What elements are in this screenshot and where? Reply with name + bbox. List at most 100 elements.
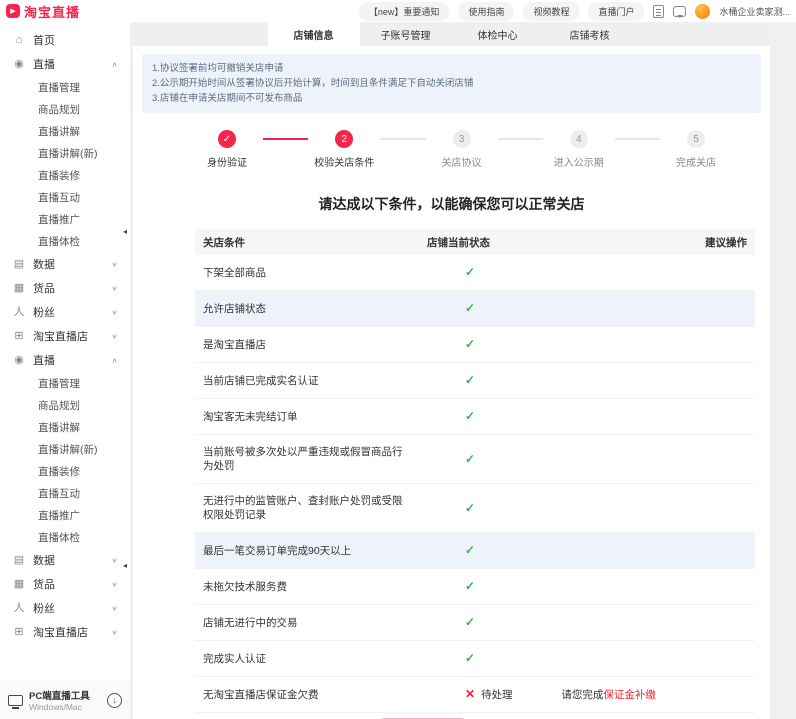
sidebar-item-label: 直播讲解 [38,421,80,434]
status-cell: ✓ [419,532,554,569]
status-cell: ✓ [419,290,554,327]
conditions-tbody: 下架全部商品 ✓ 允许店铺状态 ✓ 是淘宝直播店 ✓ 当前店铺已完成实名认证 ✓ 淘宝客无未完结… [195,255,755,713]
sidebar-item-label: 直播 [33,59,55,71]
chevron-up-icon: ∧ [111,355,118,364]
sidebar-item-商品规划[interactable]: 商品规划 [0,394,130,416]
sidebar-collapse-handle[interactable]: ◂ [123,228,131,236]
col-header-status: 店铺当前状态 [419,229,554,255]
nav-pill[interactable]: 视频教程 [523,1,580,21]
table-row: 当前账号被多次处以严重违规或假冒商品行为处罚 ✓ [195,434,755,484]
sidebar-item-粉丝[interactable]: 人粉丝 ∨ [0,596,130,620]
check-icon: ✓ [465,651,476,665]
step-身份验证: ✓ 身份验证 [191,130,263,169]
main-panel: 店铺信息 子账号管理 体检中心 店铺考核 1.协议签署前均可撤销关店申请 2.公示期开始… [133,22,770,719]
tab-子账号管理[interactable]: 子账号管理 [360,22,452,46]
suggestion-cell [553,362,755,399]
app: ▶ 淘宝直播 【new】重要通知 使用指南 视频教程 直播门户 水桶企业卖家测... … [0,0,796,719]
play-logo-icon: ▶ [6,4,20,18]
check-icon: ✓ [465,451,476,466]
user-name: 水桶企业卖家测... [719,6,790,17]
sidebar-item-淘宝直播店[interactable]: ⊞ 淘宝直播店 ∨ [0,324,130,348]
sidebar-item-货品[interactable]: ▦ 货品 ∨ [0,572,130,596]
table-row: 淘宝客无未完结订单 ✓ [195,398,755,435]
table-row: 允许店铺状态 ✓ [195,290,755,327]
condition-cell: 未拖欠技术服务费 [195,568,419,605]
status-cell: ✕ 待处理 [419,676,554,713]
store-icon: ⊞ [14,625,24,638]
sidebar-item-直播体检[interactable]: 直播体检 [0,526,130,548]
sidebar-item-直播推广[interactable]: 直播推广 [0,208,130,230]
sidebar-item-label: 首页 [33,35,55,47]
nav-pills: 【new】重要通知 使用指南 视频教程 直播门户 [358,1,645,21]
col-header-condition: 关店条件 [195,229,419,255]
sidebar-item-直播推广[interactable]: 直播推广 [0,504,130,526]
sidebar-item-label: 货品 [33,283,55,295]
sidebar-collapse-handle[interactable]: ◂ [123,562,131,570]
message-icon[interactable] [673,5,687,18]
avatar[interactable] [695,3,711,19]
status-text: 待处理 [481,689,513,701]
sidebar-item-粉丝[interactable]: 人粉丝 ∨ [0,300,130,324]
sidebar-item-直播讲解(新)[interactable]: 直播讲解(新) [0,438,130,460]
table-row: 完成实人认证 ✓ [195,640,755,677]
nav-pill[interactable]: 使用指南 [458,1,515,21]
data-icon: ▤ [13,553,25,566]
sidebar-item-直播装修[interactable]: 直播装修 [0,460,130,482]
suggestion-cell [553,568,755,605]
sidebar-item-直播[interactable]: ◉ 直播 ∧ [0,52,130,76]
deposit-topup-link[interactable]: 保证金补缴 [603,689,656,701]
nav-pill[interactable]: 【new】重要通知 [358,1,450,21]
nav-pill[interactable]: 直播门户 [588,1,645,21]
sidebar-menu: ⌂ 首页 ◉ 直播 ∧ 直播管理 商品规划 直播讲解 直播讲解(新) 直播装修 直播互动 直播推广 直播… [0,22,130,644]
status-cell: ✓ [419,483,554,533]
tab-体检中心[interactable]: 体检中心 [452,22,544,46]
check-icon: ✓ [465,301,476,315]
sidebar-item-直播互动[interactable]: 直播互动 [0,482,130,504]
sidebar-item-直播讲解[interactable]: 直播讲解 [0,416,130,438]
table-row: 最后一笔交易订单完成90天以上 ✓ [195,532,755,569]
step-label: 进入公示期 [553,158,604,169]
sidebar-item-直播管理[interactable]: 直播管理 [0,372,130,394]
sidebar: ⌂ 首页 ◉ 直播 ∧ 直播管理 商品规划 直播讲解 直播讲解(新) 直播装修 直播互动 直播推广 直播… [0,22,130,719]
sidebar-item-直播管理[interactable]: 直播管理 [0,76,130,98]
download-icon[interactable]: ↓ [107,692,122,708]
sidebar-item-直播[interactable]: ◉ 直播 ∧ [0,348,130,372]
sidebar-item-直播体检[interactable]: 直播体检 [0,230,130,252]
table-row: 无淘宝直播店保证金欠费 ✕ 待处理 请您完成保证金补缴 [195,676,755,713]
sidebar-item-数据[interactable]: ▤ 数据 ∨ [0,548,130,572]
check-icon: ✓ [465,500,476,515]
cross-icon: ✕ [465,687,476,701]
sidebar-item-数据[interactable]: ▤ 数据 ∨ [0,252,130,276]
table-row: 无进行中的监管账户、查封账户处罚或受限权限处罚记录 ✓ [195,483,755,533]
step-connector [497,138,543,140]
step-dot: 4 [569,130,588,148]
sidebar-item-直播讲解[interactable]: 直播讲解 [0,120,130,142]
table-row: 下架全部商品 ✓ [195,255,755,291]
sidebar-item-直播装修[interactable]: 直播装修 [0,164,130,186]
pc-live-tool-entry[interactable]: PC端直播工具 Windows/Mac ↓ [0,681,130,719]
sidebar-item-淘宝直播店[interactable]: ⊞ 淘宝直播店 ∨ [0,620,130,644]
tab-店铺信息[interactable]: 店铺信息 [267,22,360,46]
taobao-live-logo[interactable]: ▶ 淘宝直播 [6,2,80,21]
sidebar-item-首页[interactable]: ⌂ 首页 [0,28,130,52]
check-icon: ✓ [465,373,476,387]
step-connector [263,138,309,140]
sidebar-item-label: 直播讲解 [38,125,80,138]
notice-line: 1.协议签署前均可撤销关店申请 [152,63,284,74]
condition-cell: 淘宝客无未完结订单 [195,398,419,435]
condition-cell: 完成实人认证 [195,640,419,677]
logo-text: 淘宝直播 [24,4,81,20]
table-row: 当前店铺已完成实名认证 ✓ [195,362,755,399]
check-icon: ✓ [465,409,476,423]
sidebar-item-货品[interactable]: ▦ 货品 ∨ [0,276,130,300]
condition-cell: 允许店铺状态 [195,290,419,327]
condition-cell: 无进行中的监管账户、查封账户处罚或受限权限处罚记录 [195,483,419,533]
sidebar-item-直播讲解(新)[interactable]: 直播讲解(新) [0,142,130,164]
tab-店铺考核[interactable]: 店铺考核 [544,22,636,46]
sidebar-item-商品规划[interactable]: 商品规划 [0,98,130,120]
sidebar-item-直播互动[interactable]: 直播互动 [0,186,130,208]
sidebar-item-label: 直播装修 [38,169,80,182]
step-label: 关店协议 [441,158,482,169]
todo-icon[interactable] [653,4,665,18]
status-cell: ✓ [419,326,554,363]
